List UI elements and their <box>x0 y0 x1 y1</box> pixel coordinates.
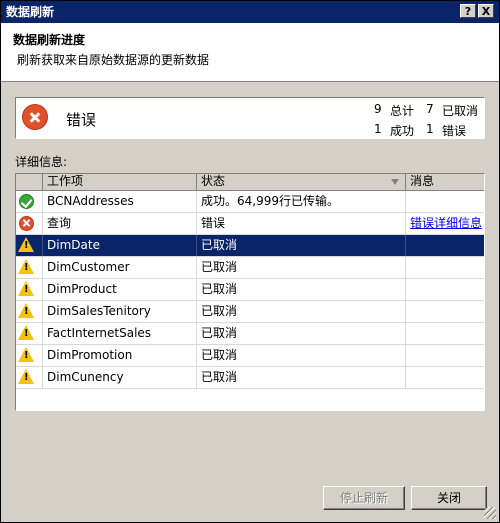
message-cell <box>406 279 484 300</box>
table-row[interactable]: ! FactInternetSales 已取消 <box>16 323 484 345</box>
table-row[interactable]: ! DimSalesTenitory 已取消 <box>16 301 484 323</box>
resize-grip[interactable] <box>484 507 496 519</box>
warning-icon: ! <box>18 347 34 362</box>
message-cell <box>406 257 484 278</box>
close-window-button[interactable]: X <box>478 4 494 18</box>
work-item-cell: DimCustomer <box>43 257 197 278</box>
row-icon-cell: ! <box>16 279 43 300</box>
total-label: 总计 <box>390 104 415 118</box>
status-cell: 错误 <box>197 213 406 234</box>
column-header-message[interactable]: 消息 <box>406 174 484 190</box>
row-icon-cell: ! <box>16 257 43 278</box>
column-header-work-item[interactable]: 工作项 <box>43 174 197 190</box>
warning-exclamation: ! <box>24 350 29 361</box>
row-icon-cell: ! <box>16 301 43 322</box>
message-cell <box>406 191 484 212</box>
work-item-cell: DimSalesTenitory <box>43 301 197 322</box>
warning-exclamation: ! <box>24 284 29 295</box>
status-label: 错误 <box>66 111 97 129</box>
table-row[interactable]: 查询 错误 错误详细信息 <box>16 213 484 235</box>
warning-exclamation: ! <box>24 328 29 339</box>
status-panel: 错误 9 总计 7 已取消 1 成功 1 错误 <box>15 97 485 139</box>
close-button[interactable]: 关闭 <box>411 486 487 510</box>
work-item-cell: DimPromotion <box>43 345 197 366</box>
row-icon-cell: ! <box>16 323 43 344</box>
table-row[interactable]: ! DimProduct 已取消 <box>16 279 484 301</box>
data-refresh-dialog: 数据刷新 ? X 数据刷新进度 刷新获取来自原始数据源的更新数据 错误 9 总计… <box>0 0 500 523</box>
header-area: 数据刷新进度 刷新获取来自原始数据源的更新数据 <box>1 23 499 82</box>
row-icon-cell <box>16 191 43 212</box>
status-cell: 已取消 <box>197 345 406 366</box>
cancelled-label: 已取消 <box>442 104 479 118</box>
title-bar[interactable]: 数据刷新 ? X <box>1 1 499 23</box>
sort-filter-icon[interactable] <box>391 179 399 185</box>
row-icon-cell: ! <box>16 345 43 366</box>
message-cell <box>406 323 484 344</box>
table-row[interactable]: ! DimCustomer 已取消 <box>16 257 484 279</box>
window-title: 数据刷新 <box>6 5 55 19</box>
table-row[interactable]: ! DimPromotion 已取消 <box>16 345 484 367</box>
table-row[interactable]: BCNAddresses 成功。64,999行已传输。 <box>16 191 484 213</box>
work-item-cell: DimCunency <box>43 367 197 388</box>
message-cell <box>406 367 484 388</box>
message-cell <box>406 345 484 366</box>
status-cell: 已取消 <box>197 279 406 300</box>
warning-exclamation: ! <box>24 306 29 317</box>
error-count: 1 <box>426 122 434 136</box>
work-item-cell: DimProduct <box>43 279 197 300</box>
warning-icon: ! <box>18 237 34 252</box>
table-row[interactable]: ! DimCunency 已取消 <box>16 367 484 389</box>
grid-header: 工作项 状态 消息 <box>16 174 484 191</box>
error-label: 错误 <box>442 124 467 138</box>
work-item-cell: 查询 <box>43 213 197 234</box>
warning-icon: ! <box>18 259 34 274</box>
error-icon <box>19 216 34 231</box>
status-cell: 已取消 <box>197 235 406 256</box>
details-label: 详细信息: <box>15 155 68 169</box>
status-cell: 成功。64,999行已传输。 <box>197 191 406 212</box>
success-icon <box>19 194 34 209</box>
warning-exclamation: ! <box>24 262 29 273</box>
row-icon-cell <box>16 213 43 234</box>
row-icon-cell: ! <box>16 235 43 256</box>
status-cell: 已取消 <box>197 323 406 344</box>
table-row[interactable]: ! DimDate 已取消 <box>16 235 484 257</box>
details-grid[interactable]: 工作项 状态 消息 BCNAddresses 成功。64,999行已传输。 查询 错误… <box>15 173 485 411</box>
message-cell <box>406 235 484 256</box>
work-item-cell: FactInternetSales <box>43 323 197 344</box>
warning-icon: ! <box>18 281 34 296</box>
error-details-link[interactable]: 错误详细信息 <box>410 216 482 230</box>
warning-icon: ! <box>18 303 34 318</box>
work-item-cell: DimDate <box>43 235 197 256</box>
header-icon-column[interactable] <box>16 174 43 190</box>
total-count: 9 <box>374 102 382 116</box>
status-cell: 已取消 <box>197 257 406 278</box>
work-item-cell: BCNAddresses <box>43 191 197 212</box>
warning-exclamation: ! <box>24 372 29 383</box>
warning-icon: ! <box>18 369 34 384</box>
message-cell: 错误详细信息 <box>406 213 484 234</box>
column-header-status[interactable]: 状态 <box>197 174 406 190</box>
header-title: 数据刷新进度 <box>13 33 86 47</box>
message-cell <box>406 301 484 322</box>
success-label: 成功 <box>390 124 415 138</box>
stop-refresh-button[interactable]: 停止刷新 <box>323 486 405 510</box>
help-button[interactable]: ? <box>460 4 476 18</box>
success-count: 1 <box>374 122 382 136</box>
warning-exclamation: ! <box>24 240 29 251</box>
status-cell: 已取消 <box>197 301 406 322</box>
column-header-status-label: 状态 <box>201 174 226 188</box>
cancelled-count: 7 <box>426 102 434 116</box>
row-icon-cell: ! <box>16 367 43 388</box>
header-subtitle: 刷新获取来自原始数据源的更新数据 <box>17 53 210 67</box>
warning-icon: ! <box>18 325 34 340</box>
status-cell: 已取消 <box>197 367 406 388</box>
error-icon <box>22 104 48 130</box>
